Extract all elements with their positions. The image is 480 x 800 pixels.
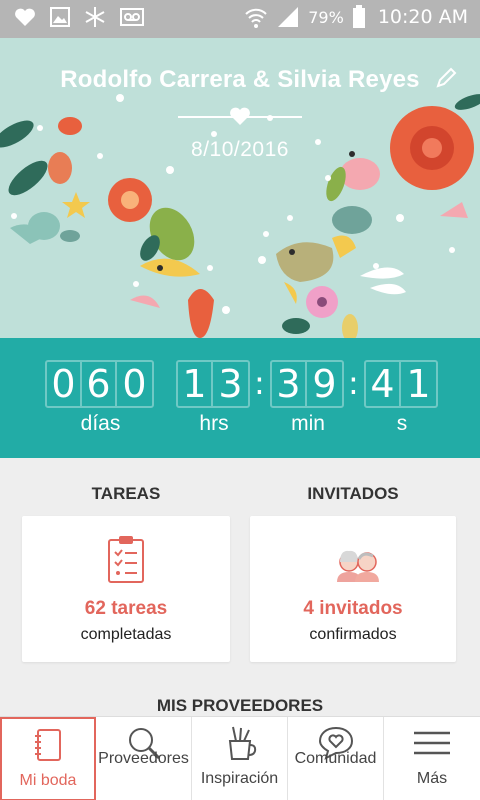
wifi-icon	[245, 8, 267, 28]
hours-digit: 1	[178, 362, 213, 406]
seconds-label: s	[396, 412, 408, 435]
hours-label: hrs	[199, 412, 229, 435]
minutes-label: min	[291, 412, 325, 435]
couple-names: Rodolfo Carrera & Silvia Reyes	[60, 66, 420, 93]
nav-proveedores[interactable]: Proveedores	[96, 717, 192, 800]
clipboard-checklist-icon	[108, 536, 144, 583]
clock: 10:20 AM	[377, 6, 468, 28]
days-digit: 0	[122, 362, 147, 406]
days-label: días	[80, 412, 121, 435]
app-screen: 79% 10:20 AM Rodolfo Carrera & Silvia Re…	[0, 0, 480, 800]
nav-label: Más	[416, 770, 448, 787]
nav-mas[interactable]: Más	[384, 717, 480, 800]
wedding-date: 8/10/2016	[191, 138, 289, 161]
battery-icon	[352, 5, 365, 28]
time-separator: :	[254, 364, 265, 402]
status-bar: 79% 10:20 AM	[0, 0, 480, 38]
nav-inspiracion[interactable]: Inspiración	[192, 717, 288, 800]
tasks-heading: TAREAS	[91, 484, 161, 503]
battery-percent: 79%	[308, 7, 344, 27]
wedding-hero: Rodolfo Carrera & Silvia Reyes 8/10/2016	[0, 38, 480, 338]
pencil-cup-icon	[228, 726, 256, 760]
seconds-digit: 1	[406, 362, 431, 406]
guests-count: 4 invitados	[303, 598, 403, 619]
hours-digit: 3	[218, 362, 243, 406]
time-separator: :	[348, 364, 359, 402]
heart-icon	[15, 8, 35, 26]
minutes-digit: 3	[272, 362, 307, 406]
tasks-card[interactable]: 62 tareas completadas	[22, 516, 230, 662]
nav-label: Comunidad	[294, 750, 377, 767]
guests-couple-icon	[337, 550, 379, 582]
edit-pencil-icon[interactable]	[434, 66, 458, 90]
tasks-count: 62 tareas	[84, 598, 168, 619]
seconds-digit: 4	[366, 362, 401, 406]
bottom-navigation: Mi boda Proveedores Inspiración Comunida…	[0, 716, 480, 800]
countdown-days: 0 6 0	[45, 360, 154, 408]
signal-icon	[278, 7, 299, 27]
voicemail-icon	[120, 8, 144, 26]
nav-mi-boda[interactable]: Mi boda	[0, 717, 96, 800]
guests-status: confirmados	[309, 626, 397, 643]
countdown-hours: 1 3	[176, 360, 250, 408]
image-icon	[50, 7, 70, 27]
nav-comunidad[interactable]: Comunidad	[288, 717, 384, 800]
days-digit: 0	[47, 362, 82, 406]
notebook-icon	[35, 729, 61, 761]
menu-icon	[414, 731, 450, 755]
countdown-minutes: 3 9	[270, 360, 344, 408]
nav-label: Proveedores	[98, 750, 189, 767]
guests-heading: INVITADOS	[307, 484, 399, 503]
tasks-status: completadas	[80, 626, 172, 643]
countdown-seconds: 4 1	[364, 360, 438, 408]
nav-label: Inspiración	[200, 770, 279, 787]
days-digit: 6	[82, 362, 117, 406]
nav-label: Mi boda	[19, 772, 77, 789]
countdown-timer: 0 6 0 1 3 : 3 9 : 4 1 días hrs min s	[0, 338, 480, 458]
heart-icon	[230, 107, 250, 125]
vendors-heading: MIS PROVEEDORES	[156, 696, 324, 715]
minutes-digit: 9	[312, 362, 337, 406]
snowflake-icon	[85, 7, 105, 27]
guests-card[interactable]: 4 invitados confirmados	[250, 516, 456, 662]
